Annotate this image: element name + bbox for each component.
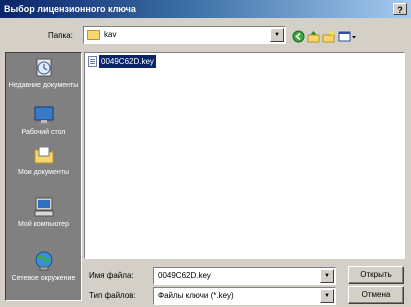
place-desktop[interactable]: Рабочий стол <box>6 104 81 137</box>
look-in-label: Папка: <box>48 31 73 40</box>
file-open-dialog: Выбор лицензионного ключа ? Папка: kav ▼… <box>0 0 411 307</box>
place-recent[interactable]: Недавние документы <box>6 57 81 90</box>
filetype-label: Тип файлов: <box>89 291 136 300</box>
key-file-icon <box>88 56 97 67</box>
places-bar: Недавние документы Рабочий стол Мои доку… <box>5 52 82 301</box>
chevron-down-icon[interactable]: ▼ <box>270 28 284 42</box>
open-button[interactable]: Открыть <box>348 266 404 284</box>
chevron-down-icon[interactable]: ▼ <box>320 289 334 303</box>
network-icon <box>32 250 56 272</box>
filename-input[interactable]: 0049C62D.key ▼ <box>153 267 336 285</box>
my-documents-icon <box>32 144 56 166</box>
my-computer-icon <box>32 196 56 218</box>
place-label: Рабочий стол <box>21 129 66 136</box>
place-label: Мой компьютер <box>18 221 69 228</box>
place-my-computer[interactable]: Мой компьютер <box>6 196 81 229</box>
chevron-down-icon[interactable]: ▼ <box>320 269 334 283</box>
recent-documents-icon <box>32 57 56 79</box>
file-list[interactable]: 0049C62D.key <box>84 52 405 259</box>
place-label: Мои документы <box>17 169 69 176</box>
help-button[interactable]: ? <box>393 3 407 15</box>
dialog-title: Выбор лицензионного ключа <box>4 4 136 14</box>
filetype-value: Файлы ключи (*.key) <box>158 291 234 300</box>
up-folder-icon[interactable] <box>306 30 320 44</box>
place-label: Недавние документы <box>8 82 79 89</box>
filename-label: Имя файла: <box>89 271 134 280</box>
back-icon[interactable] <box>291 30 305 44</box>
cancel-button[interactable]: Отмена <box>348 286 404 304</box>
place-label: Сетевое окружение <box>11 275 76 282</box>
desktop-icon <box>32 104 56 126</box>
folder-icon <box>87 30 100 40</box>
title-bar[interactable]: Выбор лицензионного ключа ? <box>0 0 411 18</box>
file-name: 0049C62D.key <box>99 55 156 68</box>
filetype-select[interactable]: Файлы ключи (*.key) ▼ <box>153 287 336 305</box>
place-my-documents[interactable]: Мои документы <box>6 144 81 177</box>
look-in-combo[interactable]: kav ▼ <box>83 26 286 44</box>
filename-value: 0049C62D.key <box>158 271 211 280</box>
new-folder-icon[interactable] <box>321 30 335 44</box>
view-menu-icon[interactable] <box>337 30 359 44</box>
place-network[interactable]: Сетевое окружение <box>6 250 81 283</box>
look-in-value: kav <box>104 30 117 39</box>
